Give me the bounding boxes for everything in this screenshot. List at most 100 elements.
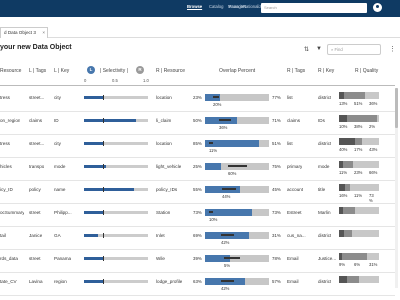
overlap-left-percent: 23% [193, 95, 202, 100]
nav-browse[interactable]: Browse [187, 4, 202, 9]
overlap-center-percent: 11% [209, 148, 218, 153]
quality-bar [339, 92, 379, 99]
tab-strip: d Data Object 3 × [0, 27, 400, 38]
quality-label: 10% [339, 124, 348, 129]
overlap-right-percent: 73% [272, 210, 281, 215]
cell-r-resource: Station [156, 210, 171, 215]
row-divider [0, 203, 395, 204]
overlap-right-percent: 51% [272, 141, 281, 146]
more-options-icon[interactable]: ⋮ [389, 45, 396, 53]
selectivity-fill [84, 234, 98, 237]
overlap-center-percent: 10% [209, 217, 218, 222]
cell-r-key: Marlin [318, 210, 331, 215]
overlap-left-fill [205, 140, 259, 147]
overlap-marker [228, 165, 247, 167]
quality-bar [339, 253, 379, 260]
col-r-quality[interactable]: R | Quality [355, 68, 378, 74]
quality-segment [344, 92, 365, 99]
col-resource[interactable]: Resource [0, 68, 21, 74]
col-r-key[interactable]: R | Key [318, 68, 334, 74]
row-divider [0, 226, 395, 227]
header-divider [0, 85, 395, 86]
col-r-tags[interactable]: R | Tags [287, 68, 305, 74]
quality-segment [343, 207, 355, 214]
quality-bar [339, 138, 379, 145]
scrollbar[interactable] [395, 88, 398, 288]
cell-r-key: mode [318, 164, 330, 169]
cell-r-tags: primary [287, 164, 303, 169]
cell-resource: rds_data [0, 256, 18, 261]
overlap-left-percent: 25% [193, 164, 202, 169]
selectivity-marker [103, 118, 104, 123]
overlap-right-percent: 45% [272, 187, 281, 192]
nav-favorites[interactable]: Favorites [229, 4, 246, 9]
quality-bar [339, 161, 379, 168]
cell-r-tags: Email [287, 279, 299, 284]
cell-r-resource: location [156, 95, 172, 100]
quality-bar [339, 276, 379, 283]
quality-segment [343, 161, 353, 168]
tab-data-object[interactable]: d Data Object 3 × [0, 27, 48, 38]
find-placeholder: Find [334, 47, 343, 52]
quality-segment [343, 230, 352, 237]
col-overlap[interactable]: Overlap Percent [219, 68, 255, 74]
selectivity-bar [84, 95, 148, 100]
search-input[interactable]: Search [261, 3, 367, 13]
cell-r-resource: li_claim [156, 118, 172, 123]
selectivity-fill [84, 188, 134, 191]
top-nav-bar: Browse Catalog Manage Rationalization Fa… [0, 0, 400, 17]
cell-l-key: ID [54, 118, 59, 123]
cell-r-tags: list [287, 95, 293, 100]
cell-l-key: GA [54, 233, 61, 238]
selectivity-bar [84, 210, 148, 215]
cell-r-key: district [318, 141, 332, 146]
col-r-resource[interactable]: R | Resource [156, 68, 185, 74]
right-circle-badge[interactable]: R [136, 66, 144, 74]
quality-segment [352, 161, 379, 168]
scrollbar-thumb[interactable] [395, 88, 398, 128]
row-divider [0, 111, 395, 112]
quality-segment [361, 138, 379, 145]
row-divider [0, 134, 395, 135]
quality-label: 66% [369, 170, 378, 175]
cell-l-key: Panama [54, 256, 72, 261]
filter-icon[interactable]: ▼ [316, 46, 322, 52]
selectivity-marker [103, 164, 104, 169]
overlap-marker [221, 234, 234, 236]
overlap-right-percent: 78% [272, 256, 281, 261]
sort-icon[interactable]: ⇅ [304, 46, 309, 53]
selectivity-bar [84, 141, 148, 146]
close-icon[interactable]: × [42, 30, 45, 35]
cell-l-tags: claims [29, 118, 43, 123]
user-icon[interactable] [373, 3, 382, 12]
cell-r-tags: cus_na... [287, 233, 306, 238]
quality-segment [359, 276, 379, 283]
nav-catalog[interactable]: Catalog [209, 4, 223, 9]
quality-segment [339, 276, 347, 283]
overlap-center-percent: 5% [224, 263, 231, 268]
left-circle-badge[interactable]: L [87, 66, 95, 74]
cell-resource: tate_CV [0, 279, 17, 284]
cell-r-resource: Wile [156, 256, 165, 261]
row-divider [0, 180, 395, 181]
cell-r-tags: list [287, 141, 293, 146]
row-divider [0, 295, 395, 296]
overlap-center-percent: 36% [219, 125, 228, 130]
cell-r-resource: lodge_profile [156, 279, 183, 284]
quality-segment [366, 253, 379, 260]
selectivity-marker [103, 233, 104, 238]
cell-l-key: region [54, 279, 67, 284]
find-input[interactable]: ⌕ Find [327, 44, 381, 55]
overlap-left-percent: 69% [193, 233, 202, 238]
col-l-tags[interactable]: L | Tags [29, 68, 46, 74]
overlap-bar [205, 186, 269, 193]
overlap-marker [209, 211, 213, 213]
selectivity-marker [103, 256, 104, 261]
axis-tick-1: 1.0 [143, 78, 149, 83]
quality-segment [347, 276, 359, 283]
cell-r-resource: policy_IDs [156, 187, 178, 192]
quality-segment [347, 115, 378, 122]
col-l-key[interactable]: L | Key [54, 68, 69, 74]
col-selectivity[interactable]: | Selectivity | [100, 68, 128, 74]
selectivity-bar [84, 279, 148, 284]
